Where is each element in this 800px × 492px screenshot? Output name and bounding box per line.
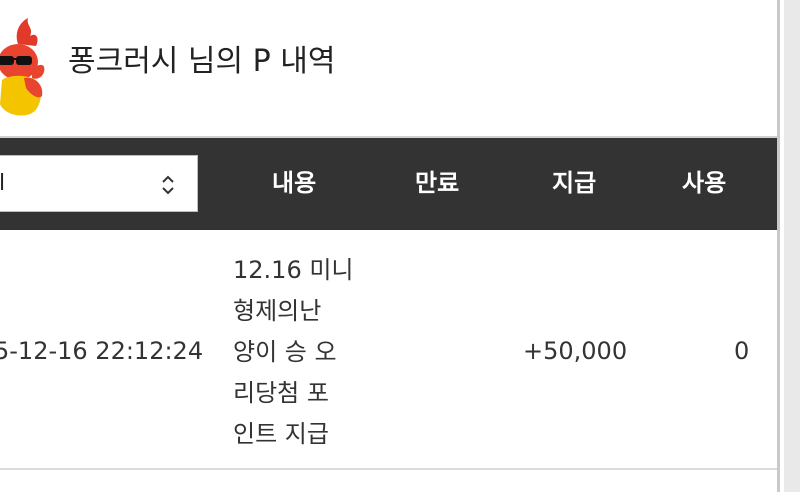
mascot-icon bbox=[0, 18, 45, 116]
row-date: 5-12-16 22:12:24 bbox=[0, 337, 204, 365]
row-content-line: 12.16 미니 bbox=[233, 256, 354, 284]
row-content: 12.16 미니 형제의난 양이 승 오 리당첨 포 인트 지급 bbox=[233, 250, 363, 455]
column-header-expire: 만료 bbox=[415, 169, 460, 197]
column-header-content: 내용 bbox=[272, 169, 317, 197]
row-content-line: 양이 승 오 bbox=[233, 338, 337, 366]
chevron-updown-icon bbox=[162, 175, 174, 195]
column-header-grant: 지급 bbox=[552, 169, 597, 197]
column-header-use: 사용 bbox=[682, 169, 727, 197]
date-filter-value: l bbox=[0, 171, 6, 196]
page-title: 퐁크러시 님의 P 내역 bbox=[68, 44, 336, 79]
row-use: 0 bbox=[734, 337, 750, 365]
table-row-border bbox=[0, 468, 777, 470]
page-edge-divider bbox=[777, 0, 780, 492]
row-grant: +50,000 bbox=[523, 337, 628, 365]
row-content-line: 인트 지급 bbox=[233, 420, 329, 448]
row-content-line: 형제의난 bbox=[233, 297, 322, 325]
date-filter-select[interactable]: l bbox=[0, 155, 198, 212]
vertical-scrollbar[interactable] bbox=[784, 0, 800, 492]
table-header: l 내용 만료 지급 사용 bbox=[0, 138, 777, 230]
table-row: 5-12-16 22:12:24 12.16 미니 형제의난 양이 승 오 리당… bbox=[0, 232, 777, 468]
row-content-line: 리당첨 포 bbox=[233, 379, 329, 407]
